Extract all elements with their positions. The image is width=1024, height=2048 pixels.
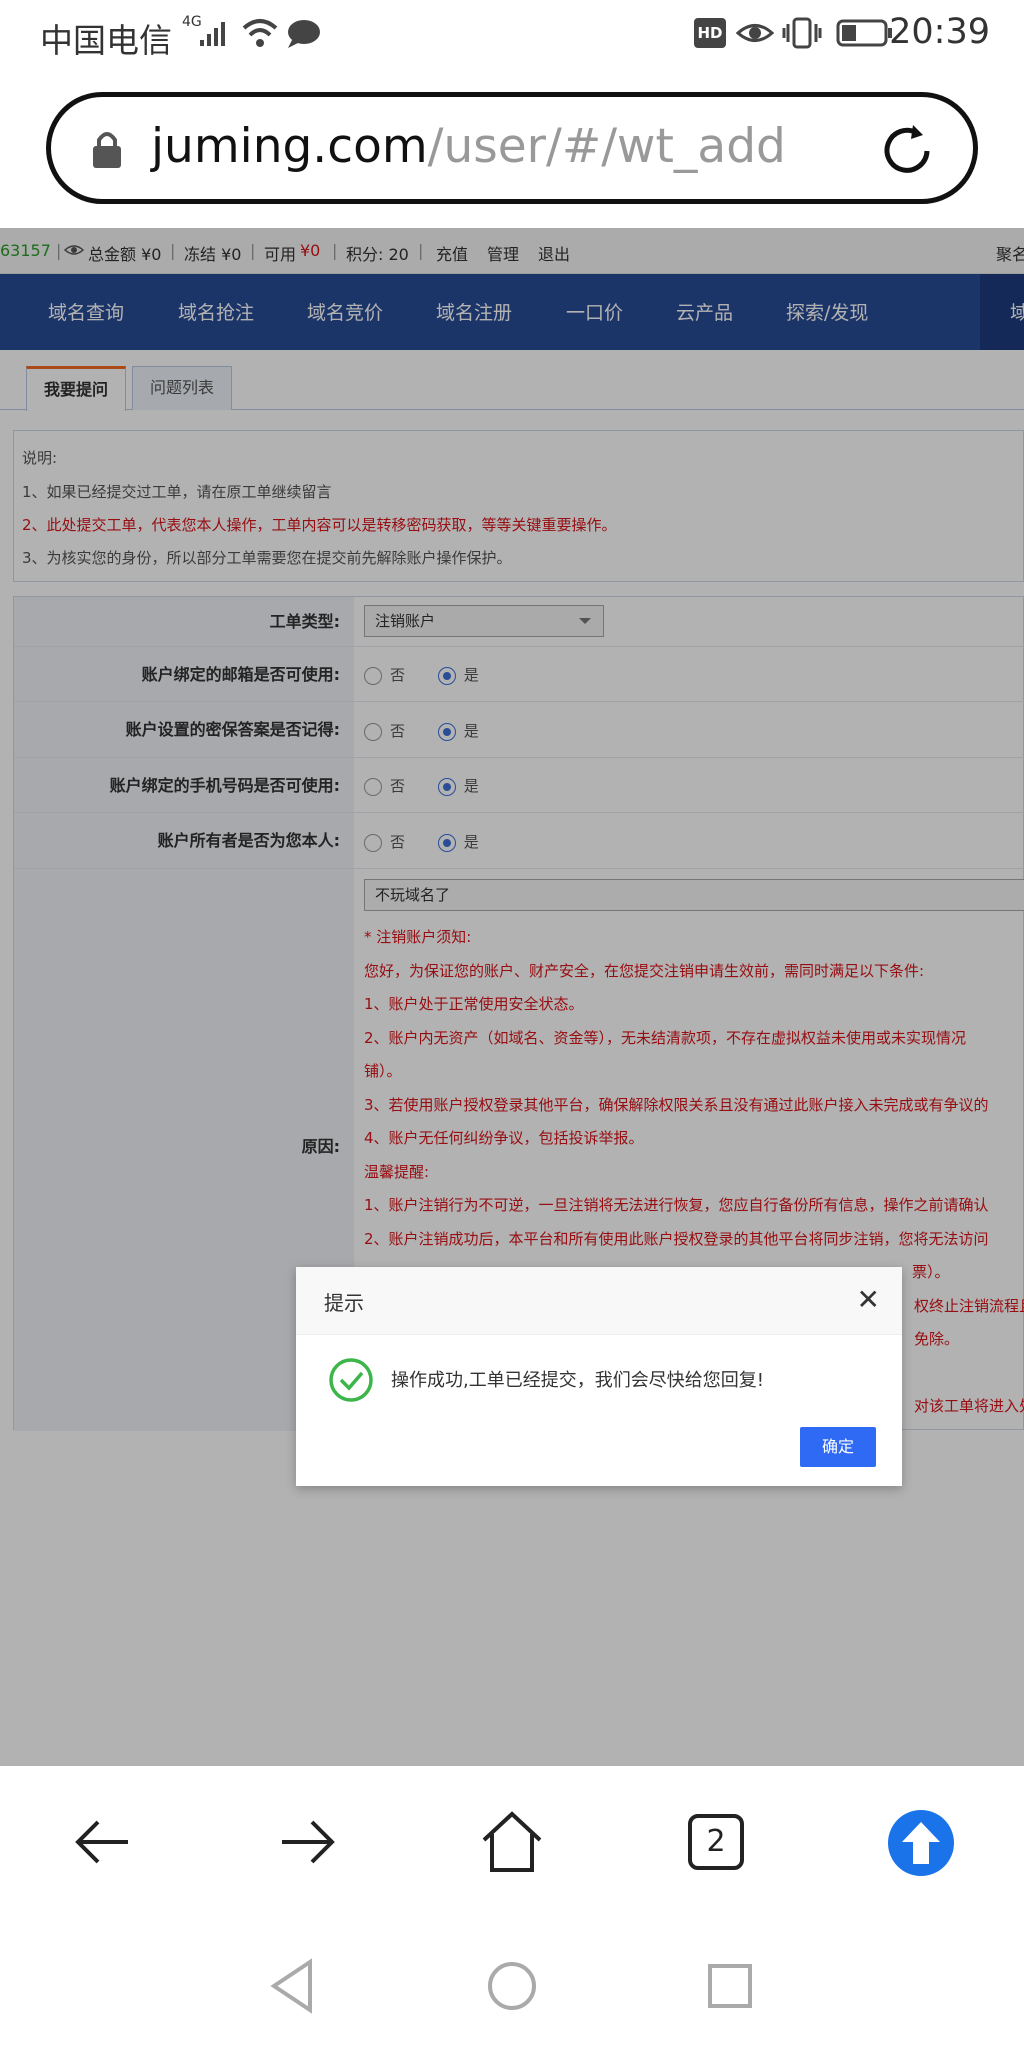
success-dialog: 提示 ✕ 操作成功,工单已经提交，我们会尽快给您回复! 确定 <box>296 1267 902 1486</box>
forward-arrow-icon[interactable] <box>276 1810 340 1874</box>
dialog-title: 提示 <box>324 1291 364 1315</box>
system-back-icon[interactable] <box>268 1958 316 2014</box>
system-recents-icon[interactable] <box>704 1958 756 2014</box>
home-icon[interactable] <box>480 1810 544 1874</box>
battery-icon <box>836 19 892 47</box>
lock-icon <box>93 132 121 168</box>
close-icon[interactable]: ✕ <box>857 1283 880 1316</box>
system-navigation-bar <box>0 1926 1024 2048</box>
dialog-header: 提示 ✕ <box>296 1267 902 1335</box>
system-home-icon[interactable] <box>486 1958 538 2014</box>
url-path: /user/#/wt_add <box>427 119 786 174</box>
back-arrow-icon[interactable] <box>70 1810 134 1874</box>
hd-badge: HD <box>694 18 726 48</box>
vibrate-icon <box>782 17 822 49</box>
address-bar[interactable]: juming.com/user/#/wt_add <box>46 92 978 204</box>
wifi-icon <box>242 19 278 47</box>
carrier-name: 中国电信 <box>40 21 172 60</box>
message-icon <box>288 20 320 48</box>
confirm-button[interactable]: 确定 <box>800 1427 876 1467</box>
url-text[interactable]: juming.com/user/#/wt_add <box>151 119 786 174</box>
dialog-message: 操作成功,工单已经提交，我们会尽快给您回复! <box>391 1370 764 1391</box>
clock: 20:39 <box>889 12 990 52</box>
eye-icon <box>736 24 774 42</box>
browser-toolbar: 2 <box>0 1766 1024 1926</box>
upload-arrow-icon[interactable] <box>886 1808 956 1878</box>
tabs-count-button[interactable]: 2 <box>688 1814 744 1870</box>
browser-address-area: juming.com/user/#/wt_add <box>0 70 1024 228</box>
reload-icon[interactable] <box>877 121 937 181</box>
modal-overlay[interactable] <box>0 228 1024 1766</box>
status-bar: 中国电信 4G HD 20:39 <box>0 0 1024 70</box>
success-check-icon <box>329 1358 373 1402</box>
signal-icon <box>200 22 225 46</box>
url-host: juming.com <box>151 119 428 174</box>
